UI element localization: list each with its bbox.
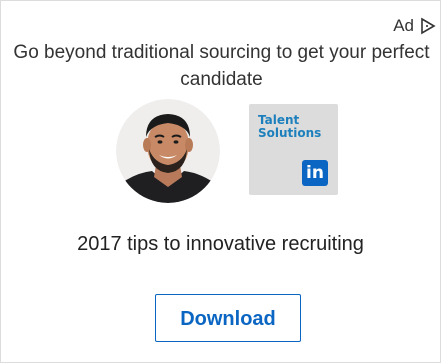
sponsored-ad-card[interactable]: Ad Go beyond traditional sourcing to get… [0,0,441,363]
ad-label-group[interactable]: Ad [393,15,436,37]
ad-label: Ad [393,16,414,35]
ad-headline: Go beyond traditional sourcing to get yo… [13,42,430,90]
linkedin-icon: in [302,160,328,186]
ad-choices-icon[interactable] [420,17,436,35]
ad-subhead: 2017 tips to innovative recruiting [77,233,364,255]
avatar [116,99,220,203]
download-button[interactable]: Download [155,294,301,342]
talent-solutions-logo: Talent Solutions in [249,104,338,195]
brand-name: Talent Solutions [258,113,322,140]
